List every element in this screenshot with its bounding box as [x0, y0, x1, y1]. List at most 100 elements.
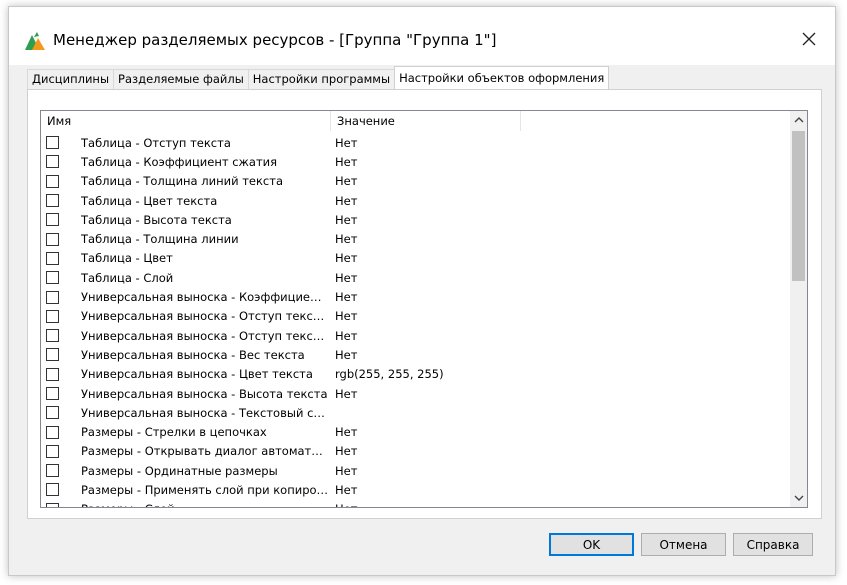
row-name: Размеры - Слой [81, 502, 329, 507]
row-value: Нет [335, 328, 358, 343]
row-name: Размеры - Стрелки в цепочках [81, 425, 267, 440]
row-value: Нет [335, 135, 358, 150]
row-value: Нет [335, 212, 358, 227]
help-button[interactable]: Справка [733, 533, 813, 556]
tab-design-object-settings[interactable]: Настройки объектов оформления [394, 66, 610, 89]
table-row[interactable]: Универсальная выноска - Вес текста Нет [41, 345, 789, 364]
row-checkbox[interactable] [46, 251, 59, 265]
table-row[interactable]: Универсальная выноска - Цвет текста rgb(2… [41, 365, 789, 384]
title-bar: Менеджер разделяемых ресурсов - [Группа … [9, 7, 835, 65]
row-checkbox[interactable] [46, 425, 59, 439]
row-name: Таблица - Коэффициент сжатия [81, 154, 278, 169]
row-checkbox[interactable] [46, 464, 59, 478]
row-checkbox[interactable] [46, 444, 59, 458]
row-name: Универсальная выноска - Коэффициент ... [81, 290, 329, 305]
row-name: Таблица - Цвет [81, 251, 173, 266]
row-name: Размеры - Открывать диалог автоматиче... [81, 444, 329, 459]
table-row[interactable]: Таблица - Слой Нет [41, 268, 789, 287]
row-checkbox[interactable] [46, 502, 59, 507]
table-row[interactable]: Универсальная выноска - Высота текста Нет [41, 384, 789, 403]
row-checkbox[interactable] [46, 194, 59, 208]
scrollbar-thumb[interactable] [792, 131, 805, 281]
tab-shared-files[interactable]: Разделяемые файлы [113, 69, 249, 89]
scroll-up-button[interactable] [790, 111, 807, 128]
row-checkbox[interactable] [46, 367, 59, 381]
row-checkbox[interactable] [46, 174, 59, 188]
row-value: Нет [335, 251, 358, 266]
row-checkbox[interactable] [46, 271, 59, 285]
row-name: Универсальная выноска - Вес текста [81, 347, 305, 362]
table-row[interactable]: Таблица - Толщина линии Нет [41, 229, 789, 248]
row-name: Универсальная выноска - Высота текста [81, 386, 328, 401]
row-checkbox[interactable] [46, 213, 59, 227]
row-name: Таблица - Слой [81, 270, 174, 285]
row-name: Универсальная выноска - Текстовый стиль [81, 405, 329, 420]
row-value: Нет [335, 425, 358, 440]
row-value: rgb(255, 255, 255) [335, 367, 444, 382]
row-checkbox[interactable] [46, 155, 59, 169]
row-checkbox[interactable] [46, 136, 59, 150]
row-value: Нет [335, 482, 358, 497]
chevron-down-icon [794, 495, 803, 501]
list-header: Имя Значение [41, 111, 789, 131]
tab-disciplines[interactable]: Дисциплины [27, 69, 115, 89]
row-name: Размеры - Ординатные размеры [81, 463, 278, 478]
chevron-up-icon [794, 117, 803, 123]
tab-panel: Имя Значение Таблица - Отступ текста Нет Т… [27, 89, 822, 519]
close-icon [802, 32, 816, 46]
cancel-button[interactable]: Отмена [641, 533, 726, 556]
row-name: Таблица - Отступ текста [81, 135, 231, 150]
tab-program-settings[interactable]: Настройки программы [247, 69, 396, 89]
list-rows: Таблица - Отступ текста Нет Таблица - Коэф… [41, 133, 789, 507]
table-row[interactable]: Размеры - Слой Нет [41, 500, 789, 507]
row-name: Таблица - Толщина линий текста [81, 174, 283, 189]
column-header-name[interactable]: Имя [41, 111, 331, 131]
table-row[interactable]: Размеры - Стрелки в цепочках Нет [41, 422, 789, 441]
row-value: Нет [335, 347, 358, 362]
table-row[interactable]: Размеры - Открывать диалог автоматиче...… [41, 442, 789, 461]
table-row[interactable]: Размеры - Ординатные размеры Нет [41, 461, 789, 480]
table-row[interactable]: Таблица - Толщина линий текста Нет [41, 172, 789, 191]
app-logo-icon [25, 32, 45, 50]
row-checkbox[interactable] [46, 329, 59, 343]
dialog-window: Менеджер разделяемых ресурсов - [Группа … [8, 6, 836, 576]
table-row[interactable]: Универсальная выноска - Отступ текста ..… [41, 307, 789, 326]
ok-button[interactable]: OK [549, 533, 634, 556]
table-row[interactable]: Универсальная выноска - Текстовый стиль [41, 403, 789, 422]
scroll-down-button[interactable] [790, 490, 807, 507]
row-name: Таблица - Цвет текста [81, 193, 218, 208]
row-value: Нет [335, 232, 358, 247]
row-value: Нет [335, 193, 358, 208]
row-checkbox[interactable] [46, 387, 59, 400]
table-row[interactable]: Таблица - Коэффициент сжатия Нет [41, 152, 789, 171]
tab-strip: Дисциплины Разделяемые файлы Настройки п… [27, 66, 610, 89]
vertical-scrollbar[interactable] [790, 111, 807, 507]
table-row[interactable]: Универсальная выноска - Отступ текста ..… [41, 326, 789, 345]
close-button[interactable] [797, 27, 821, 51]
table-row[interactable]: Универсальная выноска - Коэффициент ... Н… [41, 287, 789, 306]
row-checkbox[interactable] [46, 406, 59, 420]
row-value: Нет [335, 309, 358, 324]
row-name: Таблица - Высота текста [81, 212, 232, 227]
row-value: Нет [335, 290, 358, 305]
row-checkbox[interactable] [46, 483, 59, 497]
row-checkbox[interactable] [46, 290, 59, 304]
window-title: Менеджер разделяемых ресурсов - [Группа … [53, 31, 497, 49]
row-name: Универсальная выноска - Цвет текста [81, 367, 313, 382]
row-value: Нет [335, 174, 358, 189]
row-checkbox[interactable] [46, 348, 59, 362]
column-header-value[interactable]: Значение [331, 111, 521, 131]
table-row[interactable]: Размеры - Применять слой при копирова...… [41, 480, 789, 499]
table-row[interactable]: Таблица - Высота текста Нет [41, 210, 789, 229]
table-row[interactable]: Таблица - Цвет текста Нет [41, 191, 789, 210]
row-checkbox[interactable] [46, 309, 59, 323]
row-value: Нет [335, 463, 358, 478]
table-row[interactable]: Таблица - Отступ текста Нет [41, 133, 789, 152]
row-name: Универсальная выноска - Отступ текста ..… [81, 309, 329, 324]
row-name: Размеры - Применять слой при копирова... [81, 482, 329, 497]
row-checkbox[interactable] [46, 232, 59, 246]
table-row[interactable]: Таблица - Цвет Нет [41, 249, 789, 268]
settings-list: Имя Значение Таблица - Отступ текста Нет Т… [40, 110, 808, 508]
row-value: Нет [335, 502, 357, 507]
row-value: Нет [335, 154, 358, 169]
